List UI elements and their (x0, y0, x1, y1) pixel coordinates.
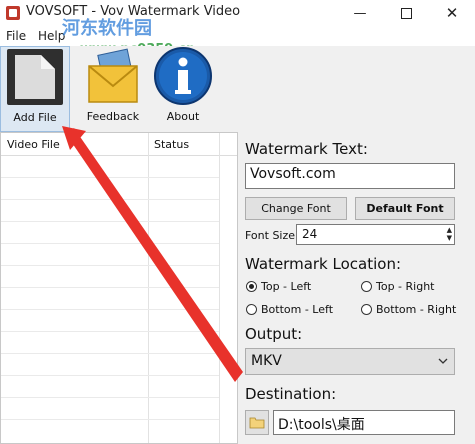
annotation-arrow (62, 126, 243, 382)
